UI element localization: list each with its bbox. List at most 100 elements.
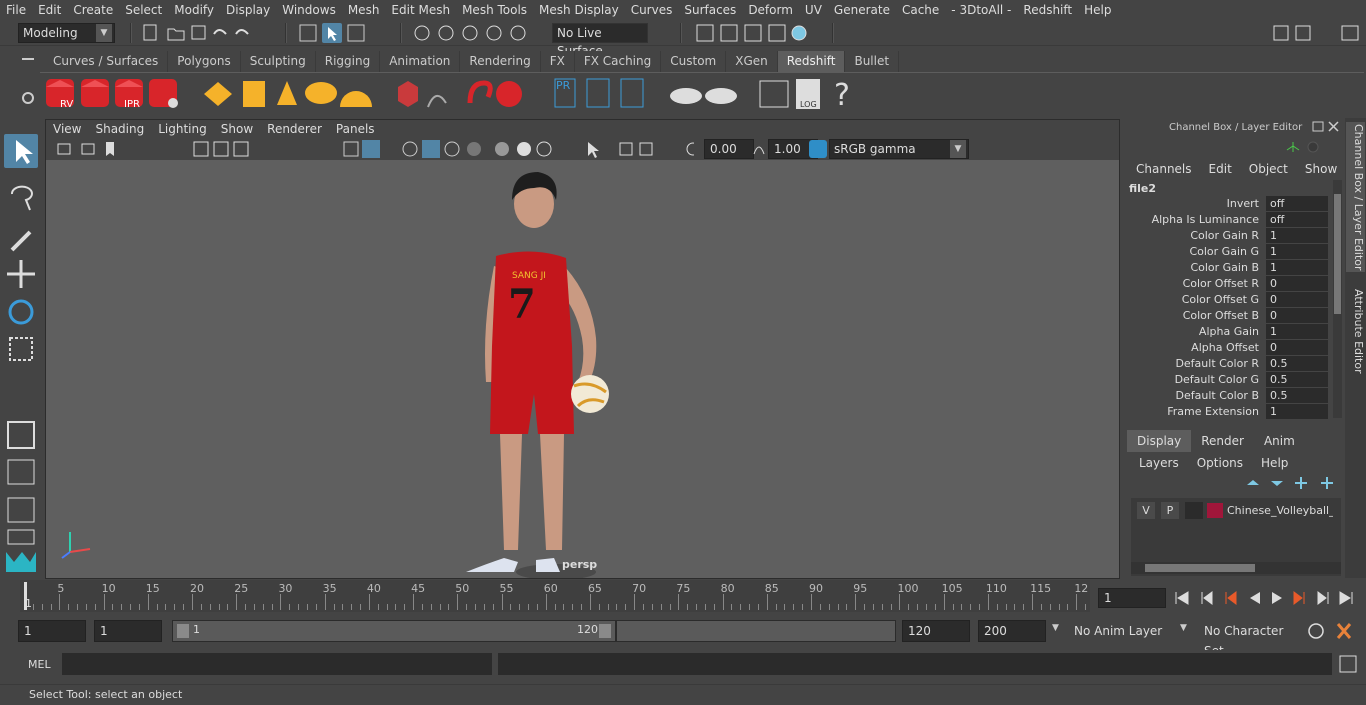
attribute-value[interactable]: 1 (1266, 324, 1328, 339)
file-tools[interactable] (140, 24, 260, 42)
channel-box-icons[interactable] (1283, 138, 1343, 156)
script-editor-icon[interactable] (1338, 654, 1360, 674)
channel-menu-show[interactable]: Show (1304, 162, 1345, 176)
menu-3dtoall[interactable]: - 3DtoAll - (945, 3, 1017, 17)
playback-start-field[interactable]: 1 (94, 620, 162, 642)
shelf-tab-curves-surfaces[interactable]: Curves / Surfaces (44, 51, 169, 72)
time-ruler[interactable]: 5 10 15 20 25 30 35 40 45 50 55 60 65 70 75 80 85 90 95 100… (20, 580, 1090, 612)
attribute-row[interactable]: Default Color G 0.5 (1121, 372, 1331, 388)
attribute-value[interactable]: off (1266, 212, 1328, 227)
selection-mask-tools[interactable] (298, 23, 368, 43)
menu-curves[interactable]: Curves (625, 3, 679, 17)
anim-layer-dropdown[interactable]: No Anim Layer (1068, 620, 1172, 642)
attribute-value[interactable]: 1 (1266, 404, 1328, 419)
viewport-tool-icons[interactable] (54, 140, 694, 158)
layer-tab-anim[interactable]: Anim (1253, 430, 1305, 452)
menu-mesh-tools[interactable]: Mesh Tools (456, 3, 533, 17)
range-end-handle[interactable] (599, 624, 611, 638)
menu-windows[interactable]: Windows (276, 3, 342, 17)
attribute-row[interactable]: Alpha Gain 1 (1121, 324, 1331, 340)
attribute-row[interactable]: Color Gain B 1 (1121, 260, 1331, 276)
layer-color-swatch[interactable] (1207, 503, 1223, 518)
live-surface-field[interactable]: No Live Surface (552, 23, 648, 58)
viewport-menu-panels[interactable]: Panels (329, 122, 382, 136)
channel-menu-object[interactable]: Object (1248, 162, 1296, 176)
range-start-handle[interactable] (177, 624, 189, 638)
attribute-value[interactable]: 1 (1266, 260, 1328, 275)
snap-tools[interactable] (410, 23, 540, 43)
menu-cache[interactable]: Cache (896, 3, 945, 17)
menu-create[interactable]: Create (67, 3, 119, 17)
current-frame-field[interactable]: 1 (1098, 588, 1166, 608)
attribute-row[interactable]: Color Gain R 1 (1121, 228, 1331, 244)
character-set-dropdown[interactable]: No Character Set (1198, 620, 1298, 658)
layer-row[interactable]: V P Chinese_Volleyball_Pla (1135, 502, 1333, 519)
tab-channel-box[interactable]: Channel Box / Layer Editor (1346, 122, 1365, 272)
viewport-menu-lighting[interactable]: Lighting (151, 122, 214, 136)
attribute-value[interactable]: off (1266, 196, 1328, 211)
attribute-row[interactable]: Color Offset B 0 (1121, 308, 1331, 324)
attribute-row[interactable]: Frame Extension 1 (1121, 404, 1331, 420)
layer-scrollbar[interactable] (1131, 562, 1341, 574)
color-management-icon[interactable] (808, 139, 828, 159)
menu-redshift[interactable]: Redshift (1017, 3, 1078, 17)
command-language-label[interactable]: MEL (28, 658, 51, 671)
shelf-tab-polygons[interactable]: Polygons (168, 51, 241, 72)
tab-attribute-editor[interactable]: Attribute Editor (1346, 286, 1365, 376)
shelf-tab-rendering[interactable]: Rendering (460, 51, 541, 72)
redshift-shelf-icons[interactable]: RV IPR PR LOG ? (40, 73, 1364, 117)
shelf-tab-custom[interactable]: Custom (661, 51, 727, 72)
menu-surfaces[interactable]: Surfaces (678, 3, 742, 17)
command-input[interactable] (62, 653, 492, 675)
anim-pref-icons[interactable] (1304, 620, 1364, 642)
attribute-row[interactable]: Default Color R 0.5 (1121, 356, 1331, 372)
tool-icons[interactable] (4, 132, 40, 572)
layer-tab-display[interactable]: Display (1127, 430, 1192, 452)
attribute-row[interactable]: Invert off (1121, 196, 1331, 212)
viewport-menu-renderer[interactable]: Renderer (260, 122, 329, 136)
channel-menu-edit[interactable]: Edit (1208, 162, 1240, 176)
attribute-row[interactable]: Default Color B 0.5 (1121, 388, 1331, 404)
menu-deform[interactable]: Deform (742, 3, 799, 17)
render-tools[interactable] (695, 23, 815, 43)
shelf-tab-rigging[interactable]: Rigging (315, 51, 381, 72)
scene-start-field[interactable]: 1 (18, 620, 86, 642)
attribute-value[interactable]: 1 (1266, 244, 1328, 259)
menu-mesh[interactable]: Mesh (342, 3, 386, 17)
menu-generate[interactable]: Generate (828, 3, 896, 17)
scene-end-field[interactable]: 200 (978, 620, 1046, 642)
range-slider[interactable]: 1 120 (172, 620, 616, 642)
layer-playback-toggle[interactable]: P (1161, 502, 1179, 519)
menu-edit-mesh[interactable]: Edit Mesh (385, 3, 456, 17)
playback-controls[interactable] (1172, 588, 1362, 608)
attribute-row[interactable]: Color Offset G 0 (1121, 292, 1331, 308)
attribute-value[interactable]: 0 (1266, 276, 1328, 291)
channel-scrollbar[interactable] (1333, 180, 1342, 418)
shelf-tab-xgen[interactable]: XGen (726, 51, 778, 72)
chevron-down-icon[interactable]: ▼ (1180, 623, 1187, 633)
menu-modify[interactable]: Modify (168, 3, 220, 17)
shelf-tab-redshift[interactable]: Redshift (777, 51, 846, 72)
layer-tab-render[interactable]: Render (1191, 430, 1254, 452)
layer-tool-icons[interactable] (1245, 475, 1341, 491)
menu-display[interactable]: Display (220, 3, 276, 17)
attribute-row[interactable]: Alpha Is Luminance off (1121, 212, 1331, 228)
menu-edit[interactable]: Edit (32, 3, 67, 17)
layer-menu-help[interactable]: Help (1255, 456, 1294, 470)
attribute-value[interactable]: 0 (1266, 340, 1328, 355)
attribute-value[interactable]: 0 (1266, 292, 1328, 307)
attribute-row[interactable]: Alpha Offset 0 (1121, 340, 1331, 356)
layer-visibility-toggle[interactable]: V (1137, 502, 1155, 519)
attribute-row[interactable]: Color Gain G 1 (1121, 244, 1331, 260)
range-track[interactable] (616, 620, 896, 642)
shelf-tab-sculpting[interactable]: Sculpting (240, 51, 316, 72)
menu-help[interactable]: Help (1078, 3, 1117, 17)
viewport-menu-show[interactable]: Show (214, 122, 260, 136)
exposure-field[interactable]: 0.00 (704, 139, 754, 159)
layer-type-toggle[interactable] (1185, 502, 1203, 519)
shelf-tab-animation[interactable]: Animation (380, 51, 461, 72)
channel-menu-channels[interactable]: Channels (1135, 162, 1200, 176)
attribute-value[interactable]: 0.5 (1266, 372, 1328, 387)
layer-menu-layers[interactable]: Layers (1133, 456, 1185, 470)
viewport-menu-shading[interactable]: Shading (88, 122, 151, 136)
